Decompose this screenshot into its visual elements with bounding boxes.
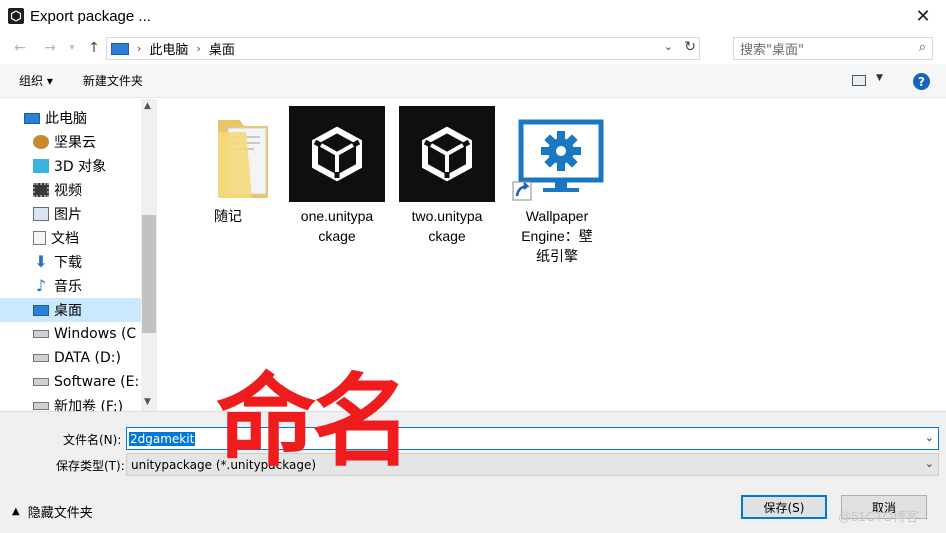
hide-folders-label: 隐藏文件夹	[27, 506, 93, 521]
forward-button[interactable]: →	[40, 38, 60, 58]
nav-item-downloads[interactable]: ⬇ 下载	[0, 250, 141, 274]
file-item-shortcut[interactable]: Wallpaper Engine：壁 纸引擎	[505, 106, 609, 266]
nav-item-label: 下载	[54, 255, 82, 271]
scroll-down-icon[interactable]: ▼	[144, 397, 151, 407]
nav-item-label: 文档	[51, 231, 79, 247]
filetype-label: 保存类型(T):	[56, 459, 125, 473]
up-arrow-icon: ↑	[88, 40, 100, 56]
chevron-down-icon[interactable]: ⌄	[925, 457, 934, 470]
search-icon: ⌕	[918, 40, 926, 55]
breadcrumb-pc[interactable]: 此电脑	[149, 39, 188, 58]
drive-icon	[33, 330, 49, 338]
download-icon: ⬇	[34, 252, 48, 271]
nav-item-label: Windows (C	[54, 326, 137, 342]
nav-item-label: 此电脑	[45, 111, 87, 127]
nav-item-videos[interactable]: 视频	[0, 178, 141, 202]
desktop-icon	[33, 304, 49, 316]
organize-button[interactable]: 组织 ▾	[19, 72, 53, 89]
address-dropdown-icon[interactable]: ⌄	[664, 40, 673, 53]
command-bar: 组织 ▾ 新建文件夹 ▼ ?	[0, 64, 946, 98]
help-icon[interactable]: ?	[913, 73, 930, 90]
nav-item-nutstore[interactable]: 坚果云	[0, 130, 141, 154]
nav-item-pictures[interactable]: 图片	[0, 202, 141, 226]
search-input[interactable]: 搜索"桌面" ⌕	[733, 37, 933, 60]
video-icon	[33, 183, 49, 197]
pictures-icon	[33, 207, 49, 221]
nav-item-label: 新加卷 (F:)	[54, 399, 124, 411]
drive-icon	[33, 402, 49, 410]
nav-item-label: 3D 对象	[54, 159, 107, 175]
refresh-icon[interactable]: ↻	[684, 39, 696, 55]
unity-app-icon	[8, 8, 24, 24]
up-button[interactable]: ↑	[84, 38, 104, 58]
search-placeholder: 搜索"桌面"	[740, 43, 804, 58]
file-name: 随记	[214, 208, 242, 224]
nutstore-icon	[33, 135, 49, 149]
window-title: Export package ...	[30, 7, 151, 25]
nav-item-label: 视频	[54, 183, 82, 199]
nav-item-drive-c[interactable]: Windows (C	[0, 322, 141, 346]
nav-item-desktop[interactable]: 桌面	[0, 298, 141, 322]
nav-item-label: Software (E:	[54, 374, 140, 390]
forward-arrow-icon: →	[44, 40, 56, 56]
nav-item-documents[interactable]: 文档	[0, 226, 141, 250]
back-arrow-icon: ←	[14, 40, 26, 56]
chevron-down-icon[interactable]: ⌄	[925, 431, 934, 444]
new-folder-button[interactable]: 新建文件夹	[83, 72, 143, 89]
view-options-icon[interactable]	[852, 75, 866, 86]
nav-item-label: 坚果云	[54, 135, 96, 151]
breadcrumb-separator-icon: ›	[196, 42, 201, 55]
navigation-pane: 此电脑 坚果云 3D 对象 视频 图片 文档 ⬇ 下载 ♪ 音乐 桌面 Wind…	[0, 99, 157, 411]
3d-objects-icon	[33, 159, 49, 173]
file-item-unitypackage[interactable]: one.unitypa ckage	[285, 106, 389, 246]
navigation-bar: ← → ▾ ↑ › 此电脑 › 桌面 ⌄ ↻ 搜索"桌面" ⌕	[0, 32, 946, 64]
unity-package-icon	[399, 106, 495, 202]
filename-value: 2dgamekit	[129, 431, 196, 446]
annotation-text: 命名	[216, 363, 412, 480]
nav-item-music[interactable]: ♪ 音乐	[0, 274, 141, 298]
pc-icon	[111, 42, 129, 55]
chevron-down-icon[interactable]: ▼	[876, 73, 883, 83]
back-button[interactable]: ←	[10, 38, 30, 58]
drive-icon	[33, 378, 49, 386]
documents-icon	[33, 231, 46, 245]
filename-label: 文件名(N):	[63, 433, 122, 447]
scrollbar-thumb[interactable]	[142, 215, 156, 333]
nav-item-drive-f[interactable]: 新加卷 (F:)	[0, 394, 141, 411]
unity-package-icon	[289, 106, 385, 202]
music-icon: ♪	[35, 276, 47, 295]
close-icon: ✕	[915, 5, 931, 27]
scroll-up-icon[interactable]: ▲	[144, 101, 151, 111]
file-item-unitypackage[interactable]: two.unitypa ckage	[395, 106, 499, 246]
nav-item-3d-objects[interactable]: 3D 对象	[0, 154, 141, 178]
address-bar[interactable]: › 此电脑 › 桌面 ⌄ ↻	[106, 37, 700, 60]
chevron-up-icon: ▲	[12, 506, 20, 517]
folder-icon	[180, 106, 276, 202]
nav-item-label: 图片	[54, 207, 82, 223]
nav-scrollbar[interactable]: ▲ ▼	[141, 99, 157, 411]
nav-item-label: 桌面	[54, 303, 82, 319]
nav-item-label: DATA (D:)	[54, 350, 121, 366]
breadcrumb-separator-icon: ›	[137, 42, 142, 55]
nav-item-this-pc[interactable]: 此电脑	[0, 106, 141, 130]
nav-item-drive-d[interactable]: DATA (D:)	[0, 346, 141, 370]
hide-folders-toggle[interactable]: ▲ 隐藏文件夹	[12, 502, 93, 521]
file-name: one.unitypa ckage	[300, 208, 374, 244]
nav-item-label: 音乐	[54, 279, 82, 295]
pc-icon	[24, 112, 40, 124]
nav-item-drive-e[interactable]: Software (E:	[0, 370, 141, 394]
close-button[interactable]: ✕	[900, 0, 946, 32]
save-form: 文件名(N): 2dgamekit ⌄ 保存类型(T): unitypackag…	[0, 411, 946, 533]
file-name: Wallpaper Engine：壁 纸引擎	[521, 208, 593, 264]
recent-locations-button[interactable]: ▾	[62, 38, 82, 58]
save-button[interactable]: 保存(S)	[741, 495, 827, 519]
watermark: @51CTO博客	[838, 509, 919, 524]
title-bar: Export package ... ✕	[0, 0, 946, 32]
drive-icon	[33, 354, 49, 362]
file-item-folder[interactable]: 随记	[176, 106, 280, 226]
file-name: two.unitypa ckage	[411, 208, 483, 244]
chevron-down-icon: ▾	[69, 43, 75, 53]
breadcrumb-current[interactable]: 桌面	[209, 39, 235, 58]
wallpaper-engine-icon	[509, 106, 605, 202]
